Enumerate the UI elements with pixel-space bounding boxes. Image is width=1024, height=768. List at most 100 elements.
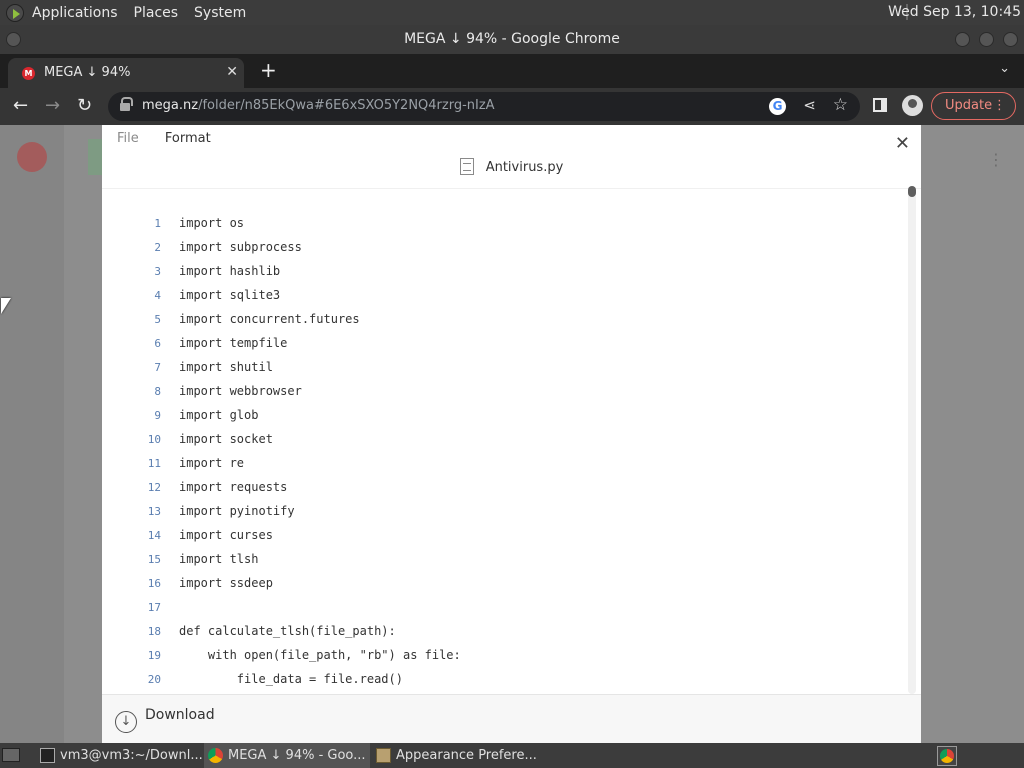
code-line[interactable]: 16 import ssdeep [102,573,902,597]
code-text: import pyinotify [179,504,295,518]
code-line[interactable]: 13 import pyinotify [102,501,902,525]
more-options-icon: ⋮ [988,150,1004,169]
code-line[interactable]: 9 import glob [102,405,902,429]
address-bar[interactable]: mega.nz/folder/n85EkQwa#6E6xSXO5Y2NQ4rzr… [108,92,860,121]
update-button[interactable]: Update ⋮ [931,92,1016,120]
code-scrollbar[interactable] [908,186,916,694]
line-number: 16 [147,577,161,590]
code-text: import ssdeep [179,576,273,590]
new-tab-icon[interactable]: + [260,58,277,82]
menu-applications[interactable]: Applications [32,5,118,21]
mouse-cursor-icon [1,298,11,314]
task-label: Appearance Prefere... [396,748,537,763]
chrome-menu-icon[interactable]: ⋮ [993,93,1006,119]
window-menu-icon[interactable] [6,32,21,47]
profile-avatar-icon[interactable] [902,95,923,116]
file-header: Antivirus.py [102,158,921,175]
code-text: import os [179,216,245,230]
line-number: 17 [147,601,161,614]
download-label: Download [145,707,215,723]
tab-search-chevron-icon[interactable]: ⌄ [999,61,1010,76]
code-line[interactable]: 5 import concurrent.futures [102,309,902,333]
tab-strip: M MEGA ↓ 94% ✕ [0,54,1024,88]
task-chrome[interactable]: MEGA ↓ 94% - Goo... [204,743,370,768]
line-number: 6 [154,337,161,350]
share-icon[interactable]: ⋖ [803,96,816,114]
task-appearance[interactable]: Appearance Prefere... [372,743,538,768]
line-number: 9 [154,409,161,422]
tray-chrome-icon[interactable] [937,746,957,766]
google-lens-icon[interactable]: G [769,98,786,115]
preferences-icon [376,748,391,763]
code-line[interactable]: 10 import socket [102,429,902,453]
task-terminal[interactable]: vm3@vm3:~/Downl... [36,743,202,768]
code-line[interactable]: 17 [102,597,902,621]
code-line[interactable]: 8 import webbrowser [102,381,902,405]
viewer-menu-format[interactable]: Format [165,131,211,146]
terminal-icon [40,748,55,763]
code-line[interactable]: 3 import hashlib [102,261,902,285]
browser-toolbar: ← → ↻ mega.nz/folder/n85EkQwa#6E6xSXO5Y2… [0,88,1024,125]
line-number: 7 [154,361,161,374]
line-number: 8 [154,385,161,398]
code-line[interactable]: 20 file_data = file.read() [102,669,902,693]
code-text: import requests [179,480,288,494]
line-number: 18 [147,625,161,638]
page-header-block [88,139,102,175]
code-line[interactable]: 14 import curses [102,525,902,549]
distro-logo-icon[interactable] [6,3,24,22]
url-text[interactable]: mega.nz/folder/n85EkQwa#6E6xSXO5Y2NQ4rzr… [142,98,495,113]
code-line[interactable]: 15 import tlsh [102,549,902,573]
line-number: 2 [154,241,161,254]
line-number: 20 [147,673,161,686]
line-number: 4 [154,289,161,302]
code-text: import tlsh [179,552,259,566]
forward-icon[interactable]: → [45,95,60,116]
taskbar: vm3@vm3:~/Downl... MEGA ↓ 94% - Goo... A… [0,743,1024,768]
code-text: import webbrowser [179,384,302,398]
mega-icon: M [22,67,35,80]
url-host: mega.nz [142,98,199,113]
code-line[interactable]: 11 import re [102,453,902,477]
back-icon[interactable]: ← [13,95,28,116]
task-label: vm3@vm3:~/Downl... [60,748,202,763]
code-line[interactable]: 1 import os [102,213,902,237]
update-label: Update [945,98,993,113]
bookmark-star-icon[interactable]: ☆ [833,95,848,115]
code-line[interactable]: 7 import shutil [102,357,902,381]
code-text: import hashlib [179,264,281,278]
code-line[interactable]: 6 import tempfile [102,333,902,357]
scrollbar-thumb[interactable] [908,186,916,197]
show-desktop-icon[interactable] [2,748,20,762]
window-close-icon[interactable] [1003,32,1018,47]
line-number: 13 [147,505,161,518]
close-icon[interactable]: ✕ [895,133,910,154]
menu-places[interactable]: Places [134,5,179,21]
viewer-menu-file[interactable]: File [117,131,139,146]
code-line[interactable]: 18 def calculate_tlsh(file_path): [102,621,902,645]
minimize-icon[interactable] [955,32,970,47]
maximize-icon[interactable] [979,32,994,47]
code-line[interactable]: 4 import sqlite3 [102,285,902,309]
side-panel-icon[interactable] [873,98,887,112]
lock-icon[interactable] [120,97,133,111]
file-viewer-dialog: File Format ✕ Antivirus.py 1 import os 2 im… [102,125,921,743]
code-text: import socket [179,432,273,446]
viewer-footer: ↓ Download [102,694,921,743]
reload-icon[interactable]: ↻ [77,95,92,116]
code-line[interactable]: 12 import requests [102,477,902,501]
code-text: import curses [179,528,273,542]
line-number: 11 [147,457,161,470]
code-line[interactable]: 19 with open(file_path, "rb") as file: [102,645,902,669]
code-editor[interactable]: 1 import os 2 import subprocess 3 import hash… [102,188,921,694]
line-number: 14 [147,529,161,542]
code-line[interactable]: 2 import subprocess [102,237,902,261]
tab-mega[interactable]: M MEGA ↓ 94% ✕ [8,58,244,88]
document-icon [459,158,474,175]
code-text: import sqlite3 [179,288,281,302]
window-titlebar[interactable]: MEGA ↓ 94% - Google Chrome [0,25,1024,54]
clock[interactable]: Wed Sep 13, 10:45 [888,4,1021,20]
menu-system[interactable]: System [194,5,246,21]
download-button[interactable]: ↓ Download [115,707,215,733]
tab-close-icon[interactable]: ✕ [226,64,238,80]
